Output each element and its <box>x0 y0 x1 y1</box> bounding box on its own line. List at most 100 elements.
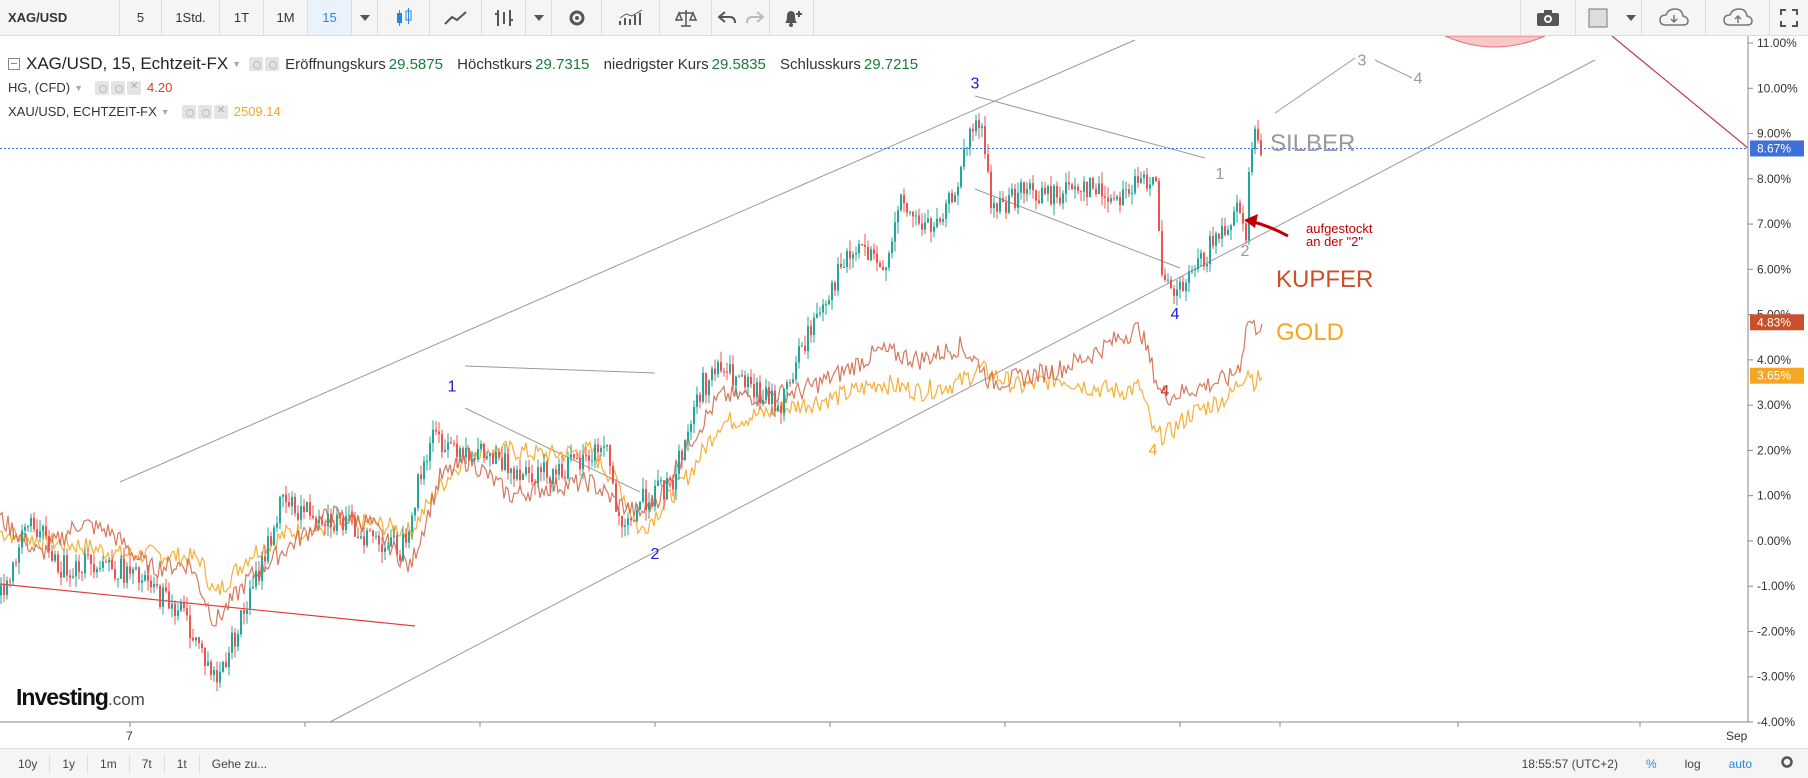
candle-body <box>1032 183 1034 191</box>
auto-toggle[interactable]: auto <box>1715 757 1766 771</box>
candle-body <box>6 580 8 595</box>
candle-body <box>396 535 398 555</box>
chevron-down-icon[interactable]: ▼ <box>74 83 83 93</box>
candle-body <box>474 459 476 461</box>
candle-body <box>741 375 743 377</box>
candle-body <box>297 513 299 520</box>
log-toggle[interactable]: log <box>1671 757 1715 771</box>
candle-body <box>354 517 356 537</box>
close-icon[interactable] <box>127 80 142 95</box>
interval-1m[interactable]: 1M <box>264 0 308 35</box>
candle-body <box>927 218 929 223</box>
gear-icon[interactable] <box>265 57 280 71</box>
low-label: niedrigster Kurs <box>603 55 709 73</box>
eye-icon[interactable] <box>181 104 196 119</box>
candle-body <box>1176 289 1178 296</box>
candle-body <box>33 517 35 530</box>
chevron-down-icon[interactable]: ▼ <box>232 59 241 69</box>
candle-body <box>426 461 428 463</box>
fullscreen-button[interactable] <box>1770 0 1808 35</box>
eye-icon[interactable] <box>249 57 264 71</box>
candle-body <box>477 448 479 460</box>
undo-button[interactable] <box>712 0 741 35</box>
candle-body <box>552 469 554 484</box>
top-toolbar: XAG/USD 5 1Std. 1T 1M 15 <box>0 0 1808 36</box>
percent-toggle[interactable]: % <box>1632 757 1671 771</box>
interval-5[interactable]: 5 <box>120 0 162 35</box>
studies-chart-icon <box>618 9 642 25</box>
screenshot-button[interactable] <box>1520 0 1576 35</box>
range-1m[interactable]: 1m <box>88 754 130 773</box>
candle-body <box>606 445 608 447</box>
chart-area[interactable]: 11.00%10.00%9.00%8.00%7.00%6.00%5.00%4.0… <box>0 36 1808 748</box>
candle-body <box>408 531 410 543</box>
candle-style-button[interactable] <box>378 0 430 35</box>
y-tick-label: 0.00% <box>1757 534 1791 548</box>
main-series-name[interactable]: XAG/USD, 15, Echtzeit-FX <box>26 54 228 74</box>
candle-body <box>357 536 359 539</box>
studies-button[interactable] <box>602 0 660 35</box>
close-icon[interactable] <box>213 104 228 119</box>
eye-icon[interactable] <box>95 80 110 95</box>
interval-1t[interactable]: 1T <box>220 0 264 35</box>
last-value-label: 8.67% <box>1757 141 1791 155</box>
candle-body <box>384 547 386 552</box>
range-7t[interactable]: 7t <box>130 754 165 773</box>
range-10y[interactable]: 10y <box>0 754 51 773</box>
candle-body <box>750 376 752 385</box>
indicator-button[interactable] <box>482 0 526 35</box>
axis-settings-button[interactable] <box>1766 755 1808 772</box>
candle-body <box>318 519 320 523</box>
indicator-dropdown[interactable] <box>526 0 552 35</box>
candle-body <box>216 670 218 683</box>
candle-body <box>693 406 695 425</box>
candle-body <box>195 637 197 641</box>
line-style-button[interactable] <box>430 0 482 35</box>
alert-button[interactable] <box>770 0 814 35</box>
candle-body <box>933 226 935 232</box>
interval-dropdown[interactable] <box>352 0 378 35</box>
xau-series-name[interactable]: XAU/USD, ECHTZEIT-FX <box>8 104 157 119</box>
candle-body <box>120 558 122 579</box>
range-1t[interactable]: 1t <box>165 754 200 773</box>
candle-body <box>738 376 740 378</box>
hg-series-name[interactable]: HG, (CFD) <box>8 80 70 95</box>
candle-body <box>681 450 683 460</box>
interval-15[interactable]: 15 <box>308 0 352 35</box>
interval-1std[interactable]: 1Std. <box>162 0 220 35</box>
candle-body <box>1062 193 1064 204</box>
gear-icon[interactable] <box>197 104 212 119</box>
candle-body <box>546 462 548 478</box>
candle-body <box>1143 174 1145 179</box>
candle-body <box>444 449 446 452</box>
load-button[interactable] <box>1642 0 1706 35</box>
layout-dropdown[interactable] <box>1620 0 1642 35</box>
candle-body <box>1167 279 1169 281</box>
settings-button[interactable] <box>552 0 602 35</box>
save-button[interactable] <box>1706 0 1770 35</box>
candle-body <box>1026 188 1028 194</box>
candle-body <box>159 585 161 607</box>
candle-body <box>471 459 473 461</box>
candle-body <box>324 524 326 526</box>
compare-button[interactable] <box>660 0 712 35</box>
symbol-selector[interactable]: XAG/USD <box>0 0 120 35</box>
range-1y[interactable]: 1y <box>50 754 89 773</box>
candle-body <box>735 376 737 386</box>
gear-icon[interactable] <box>111 80 126 95</box>
candle-body <box>1215 233 1217 246</box>
layout-button[interactable] <box>1576 0 1620 35</box>
main-legend: XAG/USD, 15, Echtzeit-FX ▼ Eröffnungskur… <box>8 54 918 74</box>
candle-body <box>966 147 968 149</box>
redo-button[interactable] <box>741 0 770 35</box>
candle-body <box>1122 189 1124 206</box>
candle-body <box>9 580 11 582</box>
chevron-down-icon[interactable]: ▼ <box>161 107 170 117</box>
price-chart[interactable]: 11.00%10.00%9.00%8.00%7.00%6.00%5.00%4.0… <box>0 36 1808 748</box>
collapse-icon[interactable] <box>8 58 20 70</box>
goto-button[interactable]: Gehe zu... <box>200 755 279 773</box>
candle-body <box>1020 182 1022 193</box>
candle-body <box>438 431 440 435</box>
candle-body <box>309 502 311 516</box>
